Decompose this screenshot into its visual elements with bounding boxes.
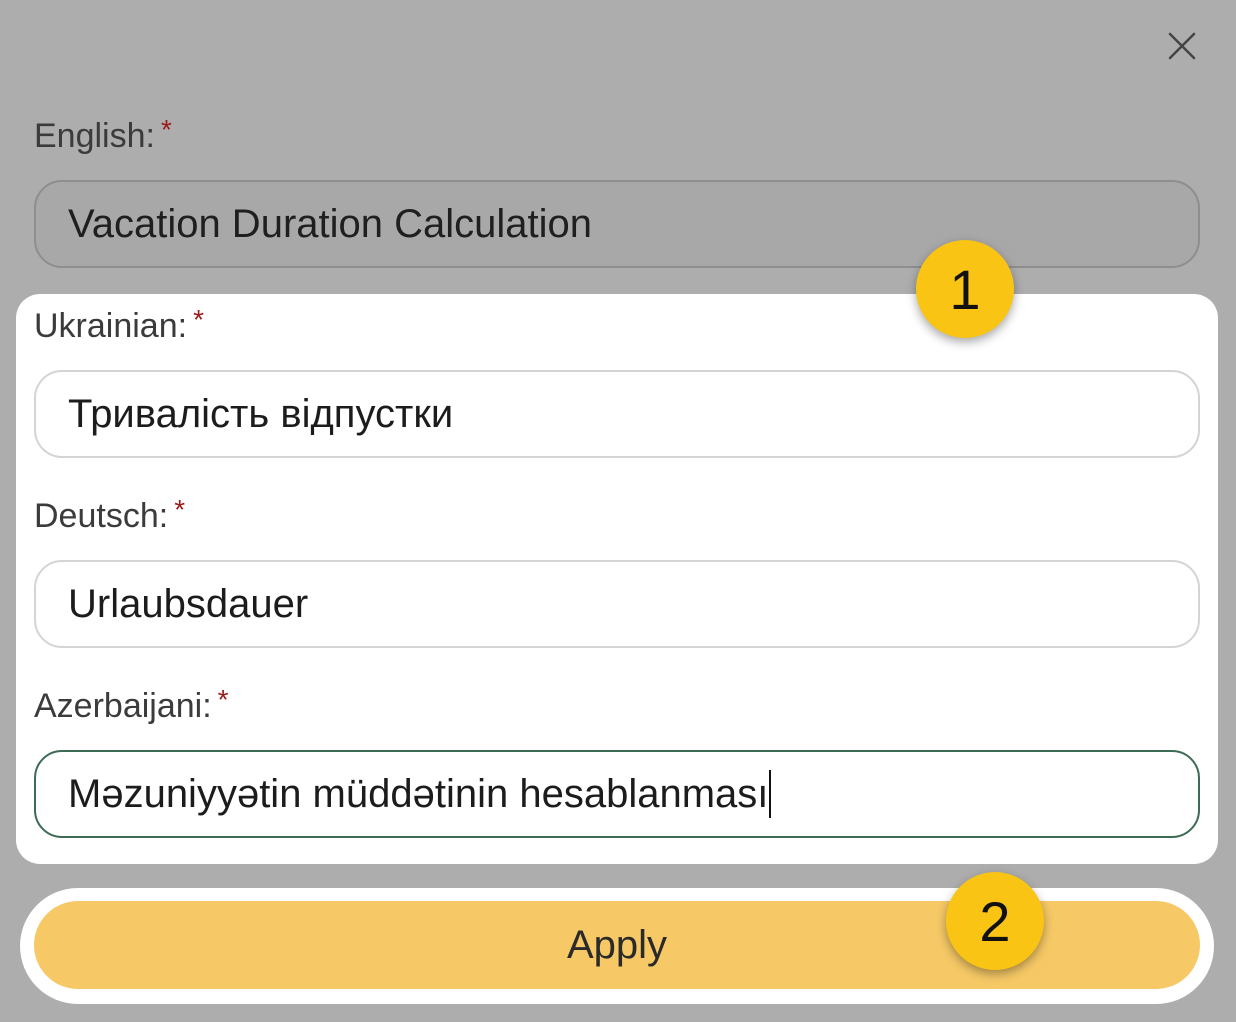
ukrainian-label: Ukrainian: * [34,304,204,348]
ukrainian-input[interactable]: Тривалість відпустки [34,370,1200,458]
deutsch-label: Deutsch: * [34,494,186,538]
english-label-text: English: [34,117,155,155]
azerbaijani-label-text: Azerbaijani: [34,687,212,725]
deutsch-input[interactable]: Urlaubsdauer [34,560,1200,648]
deutsch-label-text: Deutsch: [34,497,169,535]
required-mark: * [217,684,229,715]
step-badge-1: 1 [916,240,1014,338]
ukrainian-label-text: Ukrainian: [34,307,188,345]
required-mark: * [160,114,172,145]
azerbaijani-input-value: Məzuniyyətin müddətinin hesablanması [68,771,769,816]
required-mark: * [193,304,204,335]
required-mark: * [174,494,186,525]
close-button[interactable] [1160,26,1204,66]
azerbaijani-input[interactable]: Məzuniyyətin müddətinin hesablanması [34,750,1200,838]
english-input[interactable]: Vacation Duration Calculation [34,180,1200,268]
english-label: English: * [34,114,172,158]
close-icon [1168,32,1196,60]
azerbaijani-label: Azerbaijani: * [34,684,229,728]
text-caret [769,770,772,818]
step-badge-2: 2 [946,872,1044,970]
